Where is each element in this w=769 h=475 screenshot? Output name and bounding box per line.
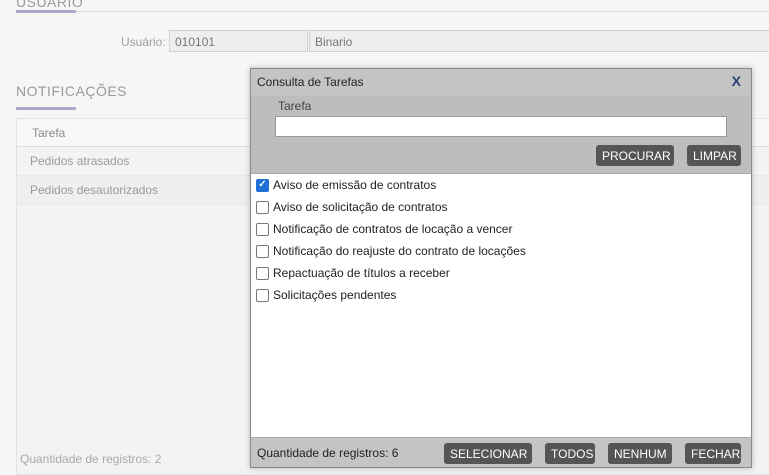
task-label: Solicitações pendentes [273, 288, 397, 302]
checkbox-checked-icon[interactable] [256, 178, 269, 192]
task-item[interactable]: Solicitações pendentes [251, 284, 751, 306]
checkbox-icon[interactable] [256, 288, 269, 302]
dialog-header: Consulta de Tarefas X [251, 69, 751, 96]
task-item[interactable]: Notificação de contratos de locação a ve… [251, 218, 751, 240]
checkbox-icon[interactable] [256, 266, 269, 280]
notifications-title-underline [16, 107, 76, 110]
task-label: Repactuação de títulos a receber [273, 266, 450, 280]
select-none-button[interactable]: NENHUM [608, 443, 672, 464]
search-panel: Tarefa PROCURAR LIMPAR [251, 96, 751, 174]
user-section-title: USUÁRIO [16, 0, 84, 10]
checkbox-icon[interactable] [256, 200, 269, 214]
task-item[interactable]: Aviso de solicitação de contratos [251, 196, 751, 218]
task-item[interactable]: Repactuação de títulos a receber [251, 262, 751, 284]
clear-button[interactable]: LIMPAR [687, 145, 741, 166]
search-input[interactable] [275, 116, 727, 137]
task-item[interactable]: Aviso de emissão de contratos [251, 174, 751, 196]
close-button[interactable]: FECHAR [685, 443, 741, 464]
notifications-title: NOTIFICAÇÕES [16, 83, 128, 99]
task-label: Notificação do reajuste do contrato de l… [273, 244, 526, 258]
user-name-field: Binario [309, 30, 769, 52]
task-label: Aviso de emissão de contratos [273, 178, 437, 192]
search-button[interactable]: PROCURAR [596, 145, 674, 166]
dialog-record-count: Quantidade de registros: 6 [257, 446, 399, 460]
task-label: Aviso de solicitação de contratos [273, 200, 448, 214]
checkbox-icon[interactable] [256, 244, 269, 258]
select-all-button[interactable]: TODOS [545, 443, 595, 464]
grid-record-count: Quantidade de registros: 2 [20, 452, 162, 466]
user-code-field: 010101 [169, 30, 308, 52]
close-icon[interactable]: X [732, 73, 741, 89]
task-lookup-dialog: Consulta de Tarefas X Tarefa PROCURAR LI… [250, 68, 752, 468]
user-label: Usuário: [121, 35, 166, 49]
checkbox-icon[interactable] [256, 222, 269, 236]
select-button[interactable]: SELECIONAR [444, 443, 532, 464]
dialog-footer: Quantidade de registros: 6 SELECIONAR TO… [251, 437, 751, 467]
task-item[interactable]: Notificação do reajuste do contrato de l… [251, 240, 751, 262]
dialog-title: Consulta de Tarefas [257, 75, 364, 89]
task-label: Notificação de contratos de locação a ve… [273, 222, 513, 236]
task-list: Aviso de emissão de contratos Aviso de s… [251, 174, 751, 306]
section-divider [16, 11, 769, 12]
section-title-underline [16, 10, 76, 13]
search-label: Tarefa [278, 99, 312, 113]
